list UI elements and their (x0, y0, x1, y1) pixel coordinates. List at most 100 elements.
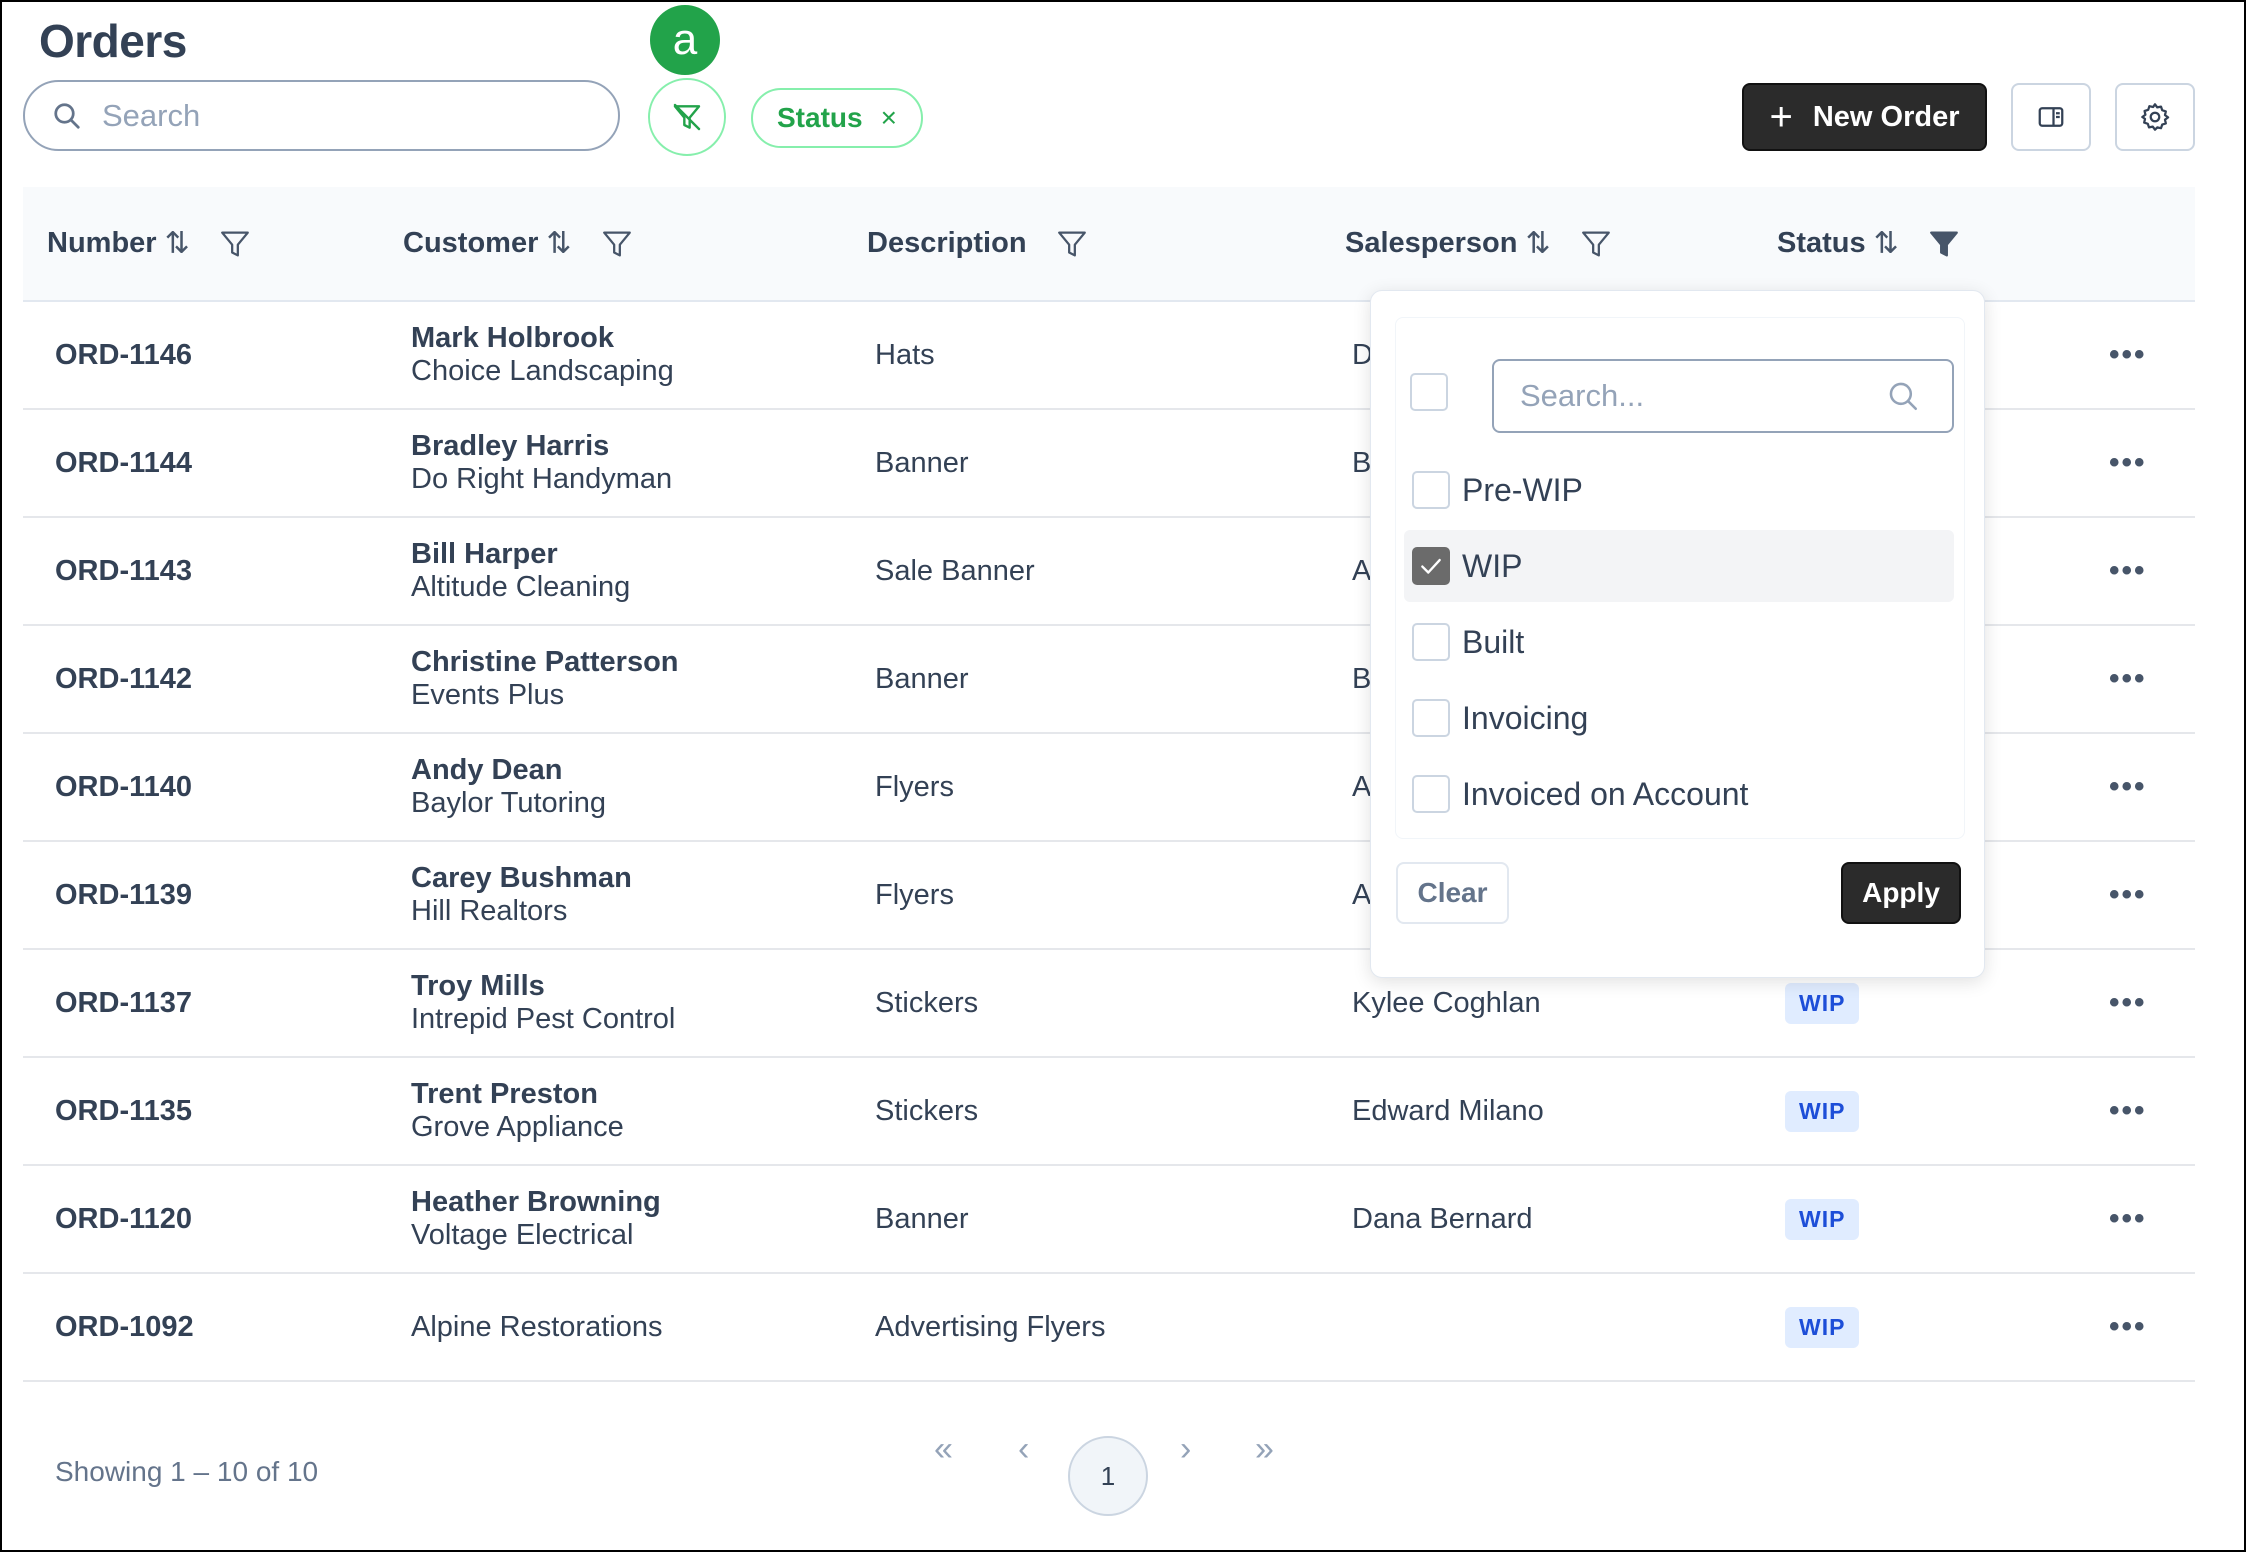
customer-contact: Christine Patterson (411, 646, 679, 678)
customer-contact: Troy Mills (411, 970, 545, 1002)
description-cell: Banner (875, 446, 969, 479)
filter-icon[interactable] (600, 227, 634, 261)
description-cell: Banner (875, 1202, 969, 1235)
filter-icon[interactable] (1055, 227, 1089, 261)
option-checkbox[interactable] (1412, 623, 1450, 661)
option-label: WIP (1462, 547, 1523, 584)
row-actions-button[interactable]: ••• (2109, 302, 2147, 408)
order-number[interactable]: ORD-1120 (55, 1166, 192, 1272)
status-search-input[interactable] (1518, 377, 1882, 415)
status-option[interactable]: Pre-WIP (1404, 454, 1954, 526)
sort-icon[interactable]: ⇅ (1525, 226, 1550, 261)
table-row[interactable]: ORD-1092 Alpine Restorations Advertising F… (23, 1274, 2195, 1382)
table-row[interactable]: ORD-1120 Heather Browning Voltage Electric… (23, 1166, 2195, 1274)
sort-icon[interactable]: ⇅ (1874, 226, 1899, 261)
row-actions-button[interactable]: ••• (2109, 1274, 2147, 1380)
description-cell: Advertising Flyers (875, 1310, 1106, 1343)
customer-cell: Mark Holbrook Choice Landscaping (411, 302, 674, 408)
option-checkbox[interactable] (1412, 775, 1450, 813)
table-header: Number ⇅ Customer ⇅ Description Salesper… (23, 187, 2195, 302)
row-actions-button[interactable]: ••• (2109, 734, 2147, 840)
clear-filters-button[interactable] (648, 78, 726, 156)
sort-icon[interactable]: ⇅ (546, 226, 571, 261)
order-number[interactable]: ORD-1146 (55, 302, 192, 408)
order-number[interactable]: ORD-1142 (55, 626, 192, 732)
customer-cell: Heather Browning Voltage Electrical (411, 1166, 661, 1272)
order-number[interactable]: ORD-1144 (55, 410, 192, 516)
column-label: Description (867, 227, 1027, 259)
column-header-status[interactable]: Status ⇅ (1777, 187, 1961, 300)
status-option[interactable]: Invoiced on Account (1404, 758, 1954, 830)
status-badge: WIP (1785, 982, 1860, 1024)
status-option[interactable]: WIP (1404, 530, 1954, 602)
column-header-number[interactable]: Number ⇅ (47, 187, 252, 300)
search-field[interactable] (23, 80, 620, 151)
status-option[interactable]: Invoicing (1404, 682, 1954, 754)
status-badge: WIP (1785, 1306, 1860, 1348)
select-all-checkbox[interactable] (1410, 373, 1448, 411)
customer-contact: Bradley Harris (411, 430, 610, 462)
status-option[interactable]: Built (1404, 606, 1954, 678)
settings-button[interactable] (2115, 83, 2195, 151)
order-number[interactable]: ORD-1139 (55, 842, 192, 948)
filter-icon[interactable] (1579, 227, 1613, 261)
row-actions-button[interactable]: ••• (2109, 1058, 2147, 1164)
page-title: Orders (39, 15, 187, 67)
customer-cell: Andy Dean Baylor Tutoring (411, 734, 606, 840)
option-checkbox-checked[interactable] (1412, 547, 1450, 585)
remove-chip-icon[interactable]: × (881, 102, 897, 134)
option-label: Built (1462, 623, 1525, 660)
order-number[interactable]: ORD-1092 (55, 1274, 194, 1380)
column-header-salesperson[interactable]: Salesperson ⇅ (1345, 187, 1613, 300)
status-filter-popover: Pre-WIP WIP Built Invoicing Invoiced on Acco… (1370, 290, 1985, 978)
status-chip-label: Status (777, 102, 863, 133)
customer-company: Hill Realtors (411, 895, 568, 927)
column-header-description[interactable]: Description (867, 187, 1089, 300)
customer-company: Do Right Handyman (411, 463, 673, 495)
customer-contact: Carey Bushman (411, 862, 632, 894)
row-actions-button[interactable]: ••• (2109, 410, 2147, 516)
status-filter-chip[interactable]: Status × (751, 88, 923, 148)
row-actions-button[interactable]: ••• (2109, 842, 2147, 948)
salesperson-cell: A (1352, 878, 1372, 911)
status-search-field[interactable] (1492, 359, 1954, 433)
pagination-summary: Showing 1 – 10 of 10 (55, 1456, 319, 1487)
order-number[interactable]: ORD-1140 (55, 734, 192, 840)
customer-contact: Trent Preston (411, 1078, 598, 1110)
order-number[interactable]: ORD-1137 (55, 950, 192, 1056)
option-checkbox[interactable] (1412, 699, 1450, 737)
customer-contact: Andy Dean (411, 754, 563, 786)
apply-button[interactable]: Apply (1841, 862, 1961, 924)
panel-icon (2038, 107, 2064, 127)
filter-icon[interactable] (218, 227, 252, 261)
status-options-list: Pre-WIP WIP Built Invoicing Invoiced on Acco… (1395, 317, 1965, 839)
toggle-panel-button[interactable] (2011, 83, 2091, 151)
row-actions-button[interactable]: ••• (2109, 518, 2147, 624)
row-actions-button[interactable]: ••• (2109, 1166, 2147, 1272)
search-input[interactable] (100, 96, 584, 135)
column-label: Salesperson (1345, 227, 1518, 259)
page-number-button[interactable]: 1 (1068, 1436, 1148, 1516)
customer-cell: Christine Patterson Events Plus (411, 626, 679, 732)
order-number[interactable]: ORD-1135 (55, 1058, 192, 1164)
customer-contact: Bill Harper (411, 538, 558, 570)
next-page-button[interactable]: › (1180, 1430, 1191, 1469)
salesperson-cell: A (1352, 770, 1372, 803)
table-row[interactable]: ORD-1135 Trent Preston Grove Appliance Stic… (23, 1058, 2195, 1166)
column-header-customer[interactable]: Customer ⇅ (403, 187, 634, 300)
option-label: Pre-WIP (1462, 471, 1583, 508)
new-order-button[interactable]: + New Order (1742, 83, 1987, 151)
first-page-button[interactable]: « (934, 1430, 953, 1469)
description-cell: Hats (875, 338, 935, 371)
row-actions-button[interactable]: ••• (2109, 626, 2147, 732)
status-cell: WIP (1785, 1274, 1860, 1380)
order-number[interactable]: ORD-1143 (55, 518, 192, 624)
sort-icon[interactable]: ⇅ (165, 226, 190, 261)
option-checkbox[interactable] (1412, 471, 1450, 509)
plus-icon: + (1769, 95, 1793, 139)
filter-active-icon[interactable] (1927, 227, 1961, 261)
last-page-button[interactable]: » (1255, 1430, 1274, 1469)
row-actions-button[interactable]: ••• (2109, 950, 2147, 1056)
clear-button[interactable]: Clear (1396, 862, 1509, 924)
previous-page-button[interactable]: ‹ (1018, 1430, 1029, 1469)
